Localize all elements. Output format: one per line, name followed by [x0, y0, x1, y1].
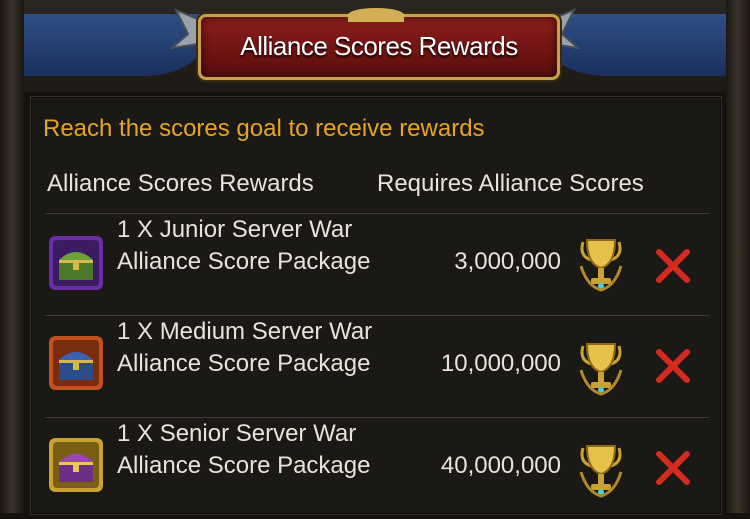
purple-chest-icon[interactable]	[49, 438, 103, 492]
pillar-right	[726, 0, 750, 513]
rewards-subtitle: Reach the scores goal to receive rewards	[43, 115, 485, 142]
required-score: 40,000,000	[440, 452, 561, 479]
trophy-icon	[579, 445, 623, 498]
not-achieved-x-icon	[656, 249, 690, 283]
required-score: 3,000,000	[454, 248, 561, 275]
title-plate: Alliance Scores Rewards	[198, 14, 560, 80]
column-header-requires: Requires Alliance Scores	[377, 170, 644, 197]
green-chest-icon[interactable]	[49, 236, 103, 290]
column-header-rewards: Alliance Scores Rewards	[47, 170, 314, 197]
reward-name: 1 X Medium Server War Alliance Score Pac…	[117, 318, 373, 377]
reward-row: 1 X Medium Server War Alliance Score Pac…	[31, 316, 721, 417]
reward-name: 1 X Senior Server War Alliance Score Pac…	[117, 420, 371, 479]
title-crest	[348, 8, 404, 22]
page-title: Alliance Scores Rewards	[240, 31, 518, 61]
not-achieved-x-icon	[656, 451, 690, 485]
not-achieved-x-icon	[656, 349, 690, 383]
reward-name: 1 X Junior Server War Alliance Score Pac…	[117, 216, 371, 275]
trophy-icon	[579, 239, 623, 292]
rewards-panel: Reach the scores goal to receive rewards…	[30, 96, 722, 515]
required-score: 10,000,000	[440, 350, 561, 377]
blue-chest-icon[interactable]	[49, 336, 103, 390]
reward-row: 1 X Senior Server War Alliance Score Pac…	[31, 418, 721, 519]
reward-row: 1 X Junior Server War Alliance Score Pac…	[31, 214, 721, 315]
pillar-left	[0, 0, 24, 513]
trophy-icon	[579, 343, 623, 396]
